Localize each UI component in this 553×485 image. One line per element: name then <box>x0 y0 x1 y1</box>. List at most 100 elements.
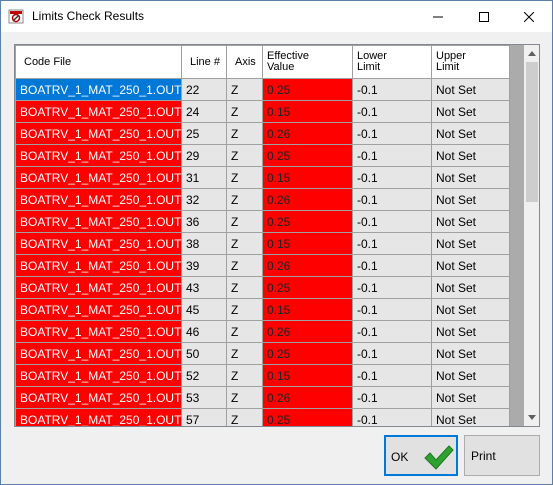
axis-cell[interactable]: Z <box>226 298 263 321</box>
lower-limit-cell[interactable]: -0.1 <box>352 210 432 233</box>
scroll-down-button[interactable] <box>524 409 539 426</box>
line-number-cell[interactable]: 57 <box>181 408 227 426</box>
column-header-effective-value[interactable]: Effective Value <box>262 45 353 79</box>
axis-cell[interactable]: Z <box>226 232 263 255</box>
axis-cell[interactable]: Z <box>226 144 263 167</box>
effective-value-cell[interactable]: 0.25 <box>262 408 353 426</box>
code-file-cell[interactable]: BOATRV_1_MAT_250_1.OUT <box>15 144 182 167</box>
lower-limit-cell[interactable]: -0.1 <box>352 254 432 277</box>
lower-limit-cell[interactable]: -0.1 <box>352 188 432 211</box>
axis-cell[interactable]: Z <box>226 78 263 101</box>
upper-limit-cell[interactable]: Not Set <box>431 78 510 101</box>
table-row[interactable]: BOATRV_1_MAT_250_1.OUT 29 Z 0.25 -0.1 Not Set <box>15 144 510 167</box>
lower-limit-cell[interactable]: -0.1 <box>352 232 432 255</box>
lower-limit-cell[interactable]: -0.1 <box>352 320 432 343</box>
effective-value-cell[interactable]: 0.15 <box>262 298 353 321</box>
upper-limit-cell[interactable]: Not Set <box>431 254 510 277</box>
upper-limit-cell[interactable]: Not Set <box>431 408 510 426</box>
code-file-cell[interactable]: BOATRV_1_MAT_250_1.OUT <box>15 364 182 387</box>
table-row[interactable]: BOATRV_1_MAT_250_1.OUT 57 Z 0.25 -0.1 Not Set <box>15 408 510 426</box>
code-file-cell[interactable]: BOATRV_1_MAT_250_1.OUT <box>15 166 182 189</box>
line-number-cell[interactable]: 53 <box>181 386 227 409</box>
axis-cell[interactable]: Z <box>226 254 263 277</box>
line-number-cell[interactable]: 31 <box>181 166 227 189</box>
upper-limit-cell[interactable]: Not Set <box>431 122 510 145</box>
upper-limit-cell[interactable]: Not Set <box>431 342 510 365</box>
effective-value-cell[interactable]: 0.26 <box>262 254 353 277</box>
lower-limit-cell[interactable]: -0.1 <box>352 100 432 123</box>
lower-limit-cell[interactable]: -0.1 <box>352 298 432 321</box>
upper-limit-cell[interactable]: Not Set <box>431 100 510 123</box>
ok-button[interactable]: OK <box>384 435 458 476</box>
effective-value-cell[interactable]: 0.26 <box>262 122 353 145</box>
axis-cell[interactable]: Z <box>226 342 263 365</box>
axis-cell[interactable]: Z <box>226 386 263 409</box>
line-number-cell[interactable]: 36 <box>181 210 227 233</box>
results-grid[interactable]: Code File Line # Axis Effective Value Lower Li… <box>14 44 540 427</box>
lower-limit-cell[interactable]: -0.1 <box>352 364 432 387</box>
effective-value-cell[interactable]: 0.25 <box>262 276 353 299</box>
lower-limit-cell[interactable]: -0.1 <box>352 78 432 101</box>
code-file-cell[interactable]: BOATRV_1_MAT_250_1.OUT <box>15 78 182 101</box>
effective-value-cell[interactable]: 0.25 <box>262 144 353 167</box>
axis-cell[interactable]: Z <box>226 364 263 387</box>
lower-limit-cell[interactable]: -0.1 <box>352 166 432 189</box>
axis-cell[interactable]: Z <box>226 166 263 189</box>
upper-limit-cell[interactable]: Not Set <box>431 276 510 299</box>
table-row[interactable]: BOATRV_1_MAT_250_1.OUT 24 Z 0.15 -0.1 Not Set <box>15 100 510 123</box>
code-file-cell[interactable]: BOATRV_1_MAT_250_1.OUT <box>15 232 182 255</box>
line-number-cell[interactable]: 52 <box>181 364 227 387</box>
column-header-line-number[interactable]: Line # <box>181 45 227 79</box>
axis-cell[interactable]: Z <box>226 188 263 211</box>
table-row[interactable]: BOATRV_1_MAT_250_1.OUT 25 Z 0.26 -0.1 Not Set <box>15 122 510 145</box>
effective-value-cell[interactable]: 0.25 <box>262 342 353 365</box>
line-number-cell[interactable]: 29 <box>181 144 227 167</box>
print-button[interactable]: Print <box>464 435 540 476</box>
lower-limit-cell[interactable]: -0.1 <box>352 342 432 365</box>
scrollbar-thumb[interactable] <box>526 62 538 202</box>
line-number-cell[interactable]: 50 <box>181 342 227 365</box>
title-bar[interactable]: Limits Check Results <box>1 1 552 32</box>
axis-cell[interactable]: Z <box>226 122 263 145</box>
line-number-cell[interactable]: 39 <box>181 254 227 277</box>
upper-limit-cell[interactable]: Not Set <box>431 386 510 409</box>
maximize-button[interactable] <box>461 1 507 32</box>
code-file-cell[interactable]: BOATRV_1_MAT_250_1.OUT <box>15 254 182 277</box>
table-row[interactable]: BOATRV_1_MAT_250_1.OUT 36 Z 0.25 -0.1 Not Set <box>15 210 510 233</box>
line-number-cell[interactable]: 46 <box>181 320 227 343</box>
table-row[interactable]: BOATRV_1_MAT_250_1.OUT 31 Z 0.15 -0.1 Not Set <box>15 166 510 189</box>
close-button[interactable] <box>506 1 552 32</box>
lower-limit-cell[interactable]: -0.1 <box>352 276 432 299</box>
code-file-cell[interactable]: BOATRV_1_MAT_250_1.OUT <box>15 188 182 211</box>
code-file-cell[interactable]: BOATRV_1_MAT_250_1.OUT <box>15 210 182 233</box>
axis-cell[interactable]: Z <box>226 100 263 123</box>
code-file-cell[interactable]: BOATRV_1_MAT_250_1.OUT <box>15 342 182 365</box>
effective-value-cell[interactable]: 0.15 <box>262 100 353 123</box>
lower-limit-cell[interactable]: -0.1 <box>352 144 432 167</box>
upper-limit-cell[interactable]: Not Set <box>431 320 510 343</box>
scroll-up-button[interactable] <box>524 45 539 62</box>
table-row[interactable]: BOATRV_1_MAT_250_1.OUT 53 Z 0.26 -0.1 Not Set <box>15 386 510 409</box>
line-number-cell[interactable]: 25 <box>181 122 227 145</box>
upper-limit-cell[interactable]: Not Set <box>431 298 510 321</box>
effective-value-cell[interactable]: 0.26 <box>262 188 353 211</box>
code-file-cell[interactable]: BOATRV_1_MAT_250_1.OUT <box>15 320 182 343</box>
upper-limit-cell[interactable]: Not Set <box>431 232 510 255</box>
table-row[interactable]: BOATRV_1_MAT_250_1.OUT 43 Z 0.25 -0.1 Not Set <box>15 276 510 299</box>
code-file-cell[interactable]: BOATRV_1_MAT_250_1.OUT <box>15 276 182 299</box>
code-file-cell[interactable]: BOATRV_1_MAT_250_1.OUT <box>15 298 182 321</box>
minimize-button[interactable] <box>415 1 461 32</box>
axis-cell[interactable]: Z <box>226 276 263 299</box>
lower-limit-cell[interactable]: -0.1 <box>352 408 432 426</box>
upper-limit-cell[interactable]: Not Set <box>431 364 510 387</box>
table-row[interactable]: BOATRV_1_MAT_250_1.OUT 38 Z 0.15 -0.1 Not Set <box>15 232 510 255</box>
code-file-cell[interactable]: BOATRV_1_MAT_250_1.OUT <box>15 408 182 426</box>
vertical-scrollbar[interactable] <box>524 45 539 426</box>
table-row[interactable]: BOATRV_1_MAT_250_1.OUT 52 Z 0.15 -0.1 Not Set <box>15 364 510 387</box>
line-number-cell[interactable]: 38 <box>181 232 227 255</box>
effective-value-cell[interactable]: 0.26 <box>262 386 353 409</box>
upper-limit-cell[interactable]: Not Set <box>431 210 510 233</box>
column-header-upper-limit[interactable]: Upper Limit <box>431 45 510 79</box>
axis-cell[interactable]: Z <box>226 320 263 343</box>
table-row[interactable]: BOATRV_1_MAT_250_1.OUT 46 Z 0.26 -0.1 Not Set <box>15 320 510 343</box>
